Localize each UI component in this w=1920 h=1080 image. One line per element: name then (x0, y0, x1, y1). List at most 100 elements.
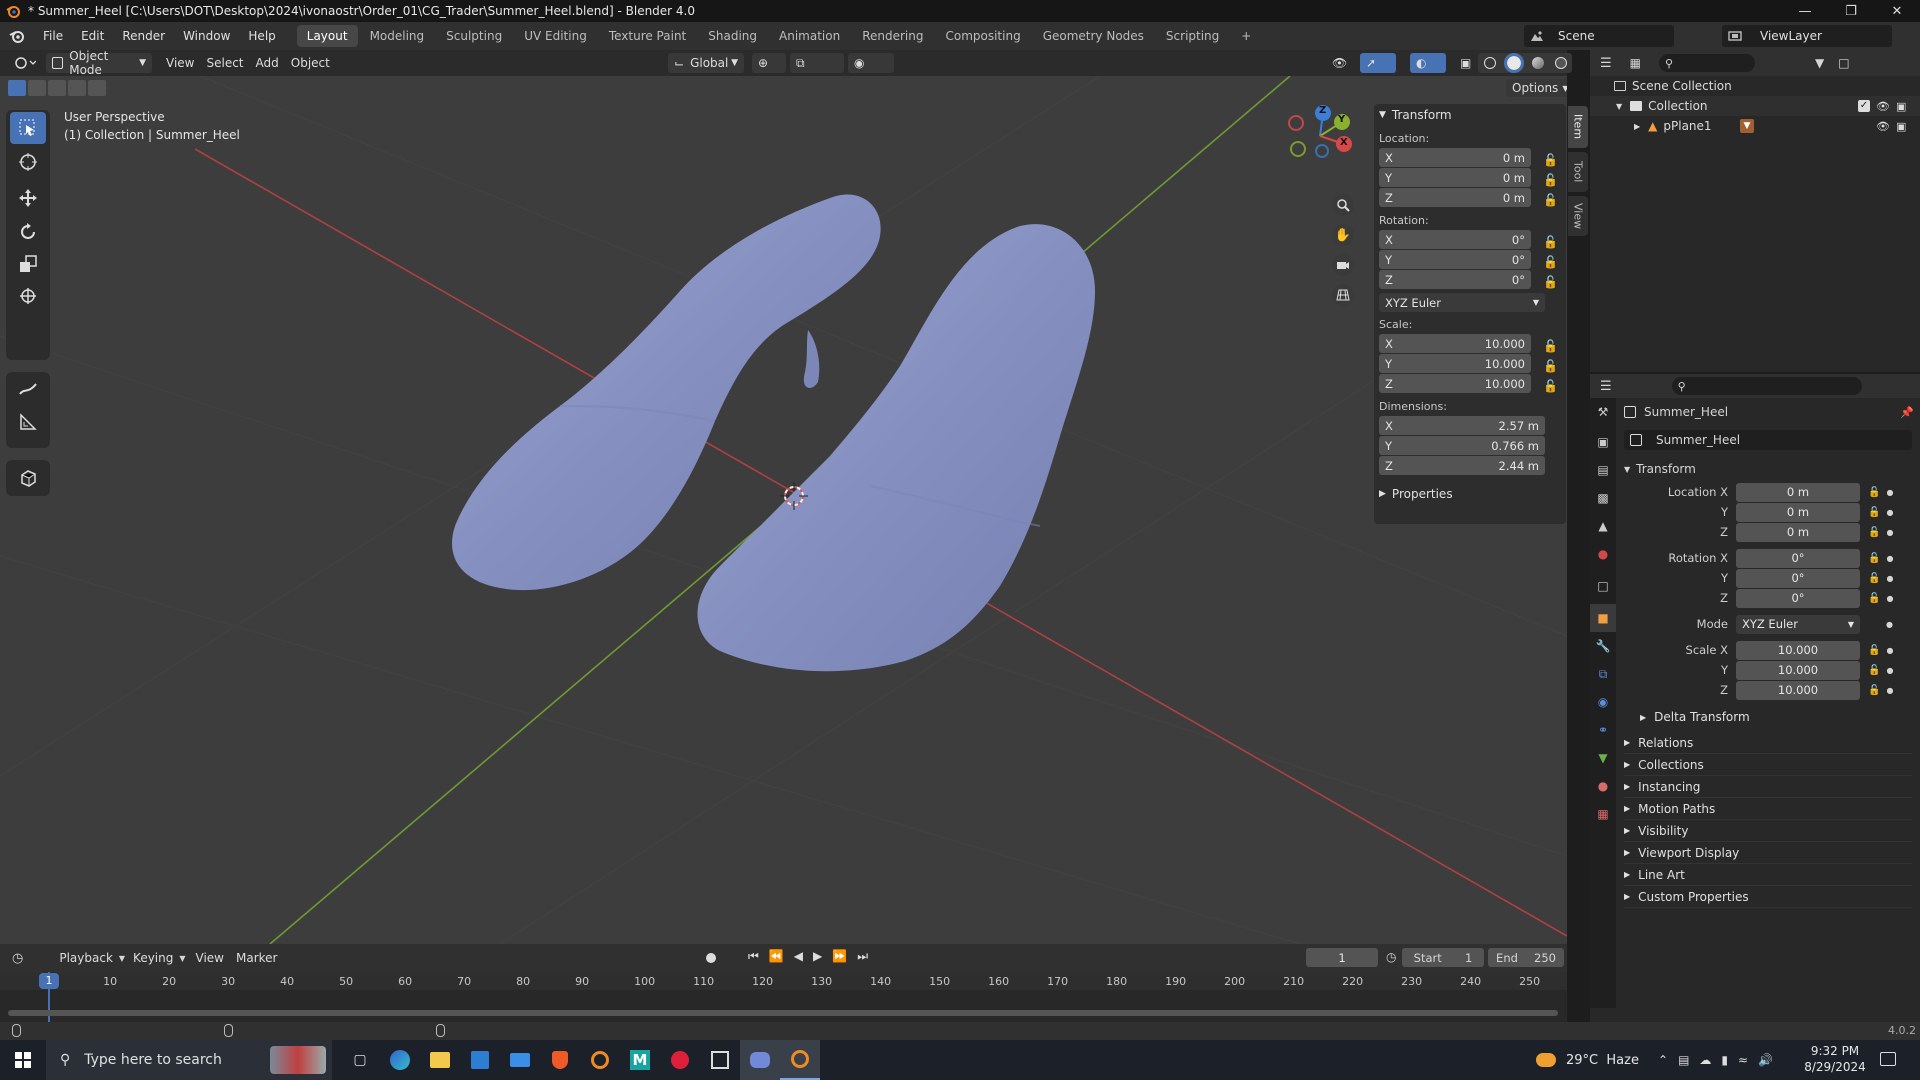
tab-uv-editing[interactable]: UV Editing (514, 25, 597, 47)
rendered-shading-icon[interactable] (1554, 57, 1567, 69)
timeline-body[interactable]: 1102030405060708090100110120130140150160… (0, 972, 1567, 1022)
scale-z-field[interactable]: Z 10.000 (1379, 374, 1531, 393)
filter-icon[interactable]: ▼ (1815, 56, 1824, 70)
menu-view[interactable]: View (160, 53, 200, 73)
jump-start-icon[interactable]: ⏮ (748, 949, 759, 964)
blender-active-icon[interactable] (780, 1040, 820, 1080)
scene-selector[interactable]: Scene (1524, 25, 1674, 47)
menu-timeline-view[interactable]: View (190, 948, 230, 968)
move-tool[interactable] (10, 182, 46, 214)
wireframe-shading-icon[interactable] (1483, 57, 1496, 69)
rotation-z-field[interactable]: Z 0° (1379, 270, 1531, 289)
object-mode-dropdown[interactable]: Object Mode ▼ (46, 49, 152, 77)
keyframe-dot-icon[interactable]: ● (1886, 620, 1893, 629)
scale-y-field[interactable]: Y 10.000 (1379, 354, 1531, 373)
material-tab-icon[interactable]: ● (1590, 772, 1616, 800)
npanel-properties-header[interactable]: ▶ Properties (1379, 483, 1567, 505)
object-name-field[interactable]: Summer_Heel (1624, 430, 1912, 450)
tab-tool[interactable]: Tool (1568, 152, 1588, 192)
rotation-mode-dropdown[interactable]: XYZ Euler ▼ (1736, 614, 1860, 634)
timeline-scrollbar[interactable] (8, 1010, 1558, 1016)
tab-geometry-nodes[interactable]: Geometry Nodes (1033, 25, 1154, 47)
menu-window[interactable]: Window (174, 22, 239, 50)
scene-tab-icon[interactable]: ▲ (1590, 512, 1616, 540)
3d-viewport[interactable]: Z Y X User Perspective (1) Collection | … (0, 76, 1567, 944)
menu-select[interactable]: Select (200, 53, 249, 73)
wifi-icon[interactable]: ≈ (1738, 1053, 1748, 1067)
lock-icon[interactable]: 🔓 (1868, 527, 1880, 538)
select-subtract-icon[interactable] (48, 80, 66, 96)
menu-add[interactable]: Add (250, 53, 285, 73)
taskbar-search-input[interactable]: ⚲ Type here to search (46, 1040, 332, 1080)
tab-layout[interactable]: Layout (296, 25, 358, 47)
camera-view-button[interactable] (1332, 254, 1354, 276)
tab-modeling[interactable]: Modeling (360, 25, 435, 47)
dimensions-x-field[interactable]: X 2.57 m (1379, 416, 1545, 435)
scale-y-input[interactable]: 10.000 (1736, 660, 1860, 680)
volume-icon[interactable]: 🔊 (1758, 1053, 1773, 1067)
preview-range-icon[interactable]: ◷ (1386, 950, 1396, 964)
minimize-button[interactable]: — (1782, 0, 1828, 22)
jump-end-icon[interactable]: ⏭ (857, 949, 868, 964)
lock-icon[interactable]: 🔓 (1868, 487, 1880, 498)
playhead-frame-badge[interactable]: 1 (39, 973, 59, 989)
menu-object[interactable]: Object (285, 53, 336, 73)
eye-icon[interactable]: 👁 (1876, 120, 1890, 133)
render-tab-icon[interactable]: ▣ (1590, 428, 1616, 456)
pivot-point-dropdown[interactable]: ⊕ (752, 53, 786, 73)
cursor-tool[interactable] (10, 146, 46, 178)
keyframe-dot-icon[interactable]: ● (1886, 488, 1893, 497)
lock-icon[interactable]: 🔓 (1543, 173, 1558, 187)
chevron-down-icon[interactable]: ▼ (1616, 102, 1622, 111)
material-shading-icon[interactable] (1531, 57, 1544, 69)
transform-tool[interactable] (10, 280, 46, 312)
file-explorer-icon[interactable] (420, 1040, 460, 1080)
lock-icon[interactable]: 🔓 (1868, 507, 1880, 518)
camera-icon[interactable]: ▣ (1896, 120, 1906, 133)
exclude-checkbox[interactable]: ✓ (1858, 100, 1870, 112)
properties-search-input[interactable]: ⚲ (1671, 377, 1862, 395)
tab-compositing[interactable]: Compositing (935, 25, 1030, 47)
keyframe-dot-icon[interactable]: ● (1886, 508, 1893, 517)
pin-icon[interactable]: 📌 (1900, 406, 1914, 419)
display-mode-icon[interactable]: ▦ (1630, 56, 1641, 70)
lock-icon[interactable]: 🔓 (1543, 339, 1558, 353)
tab-item[interactable]: Item (1568, 106, 1588, 148)
photos-app-icon[interactable] (700, 1040, 740, 1080)
notification-icon[interactable] (1880, 1052, 1896, 1066)
section-collections[interactable]: ▶ Collections (1624, 754, 1912, 776)
zoom-button[interactable] (1332, 194, 1354, 216)
tab-sculpting[interactable]: Sculpting (436, 25, 512, 47)
keyframe-dot-icon[interactable]: ● (1886, 646, 1893, 655)
location-z-input[interactable]: 0 m (1736, 522, 1860, 542)
new-collection-icon[interactable]: □ (1838, 56, 1849, 70)
lock-icon[interactable]: 🔓 (1543, 255, 1558, 269)
dimensions-y-field[interactable]: Y 0.766 m (1379, 436, 1545, 455)
location-y-input[interactable]: 0 m (1736, 502, 1860, 522)
menu-keying[interactable]: Keying (127, 948, 179, 968)
gizmo-toggle[interactable]: ➚ (1360, 53, 1396, 73)
blender-menu-icon[interactable] (0, 29, 34, 43)
pan-button[interactable]: ✋ (1332, 224, 1354, 246)
add-workspace-button[interactable]: + (1231, 25, 1261, 47)
select-new-icon[interactable] (8, 80, 26, 96)
cloud-icon[interactable]: ☁ (1699, 1053, 1711, 1067)
view-layer-tab-icon[interactable]: ▩ (1590, 484, 1616, 512)
keyframe-dot-icon[interactable]: ● (1886, 594, 1893, 603)
visibility-filter-button[interactable]: 👁 (1326, 53, 1353, 73)
rotation-z-input[interactable]: 0° (1736, 588, 1860, 608)
properties-editor-icon[interactable]: ☰ (1600, 379, 1612, 394)
outliner-row-pplane1[interactable]: ▶ ▲ pPlane1 ▼ 👁 ▣ (1590, 116, 1920, 136)
clock[interactable]: 9:32 PM 8/29/2024 (1800, 1043, 1870, 1075)
rotation-x-field[interactable]: X 0° (1379, 230, 1531, 249)
end-frame-field[interactable]: End 250 (1488, 948, 1564, 967)
location-x-input[interactable]: 0 m (1736, 482, 1860, 502)
modifier-tab-icon[interactable]: 🔧 (1590, 632, 1616, 660)
restore-button[interactable]: ❐ (1828, 0, 1874, 22)
tab-texture-paint[interactable]: Texture Paint (599, 25, 696, 47)
physics-tab-icon[interactable]: ◉ (1590, 688, 1616, 716)
perspective-toggle-button[interactable] (1332, 284, 1354, 306)
menu-file[interactable]: File (34, 22, 72, 50)
close-button[interactable]: ✕ (1874, 0, 1920, 22)
section-visibility[interactable]: ▶ Visibility (1624, 820, 1912, 842)
